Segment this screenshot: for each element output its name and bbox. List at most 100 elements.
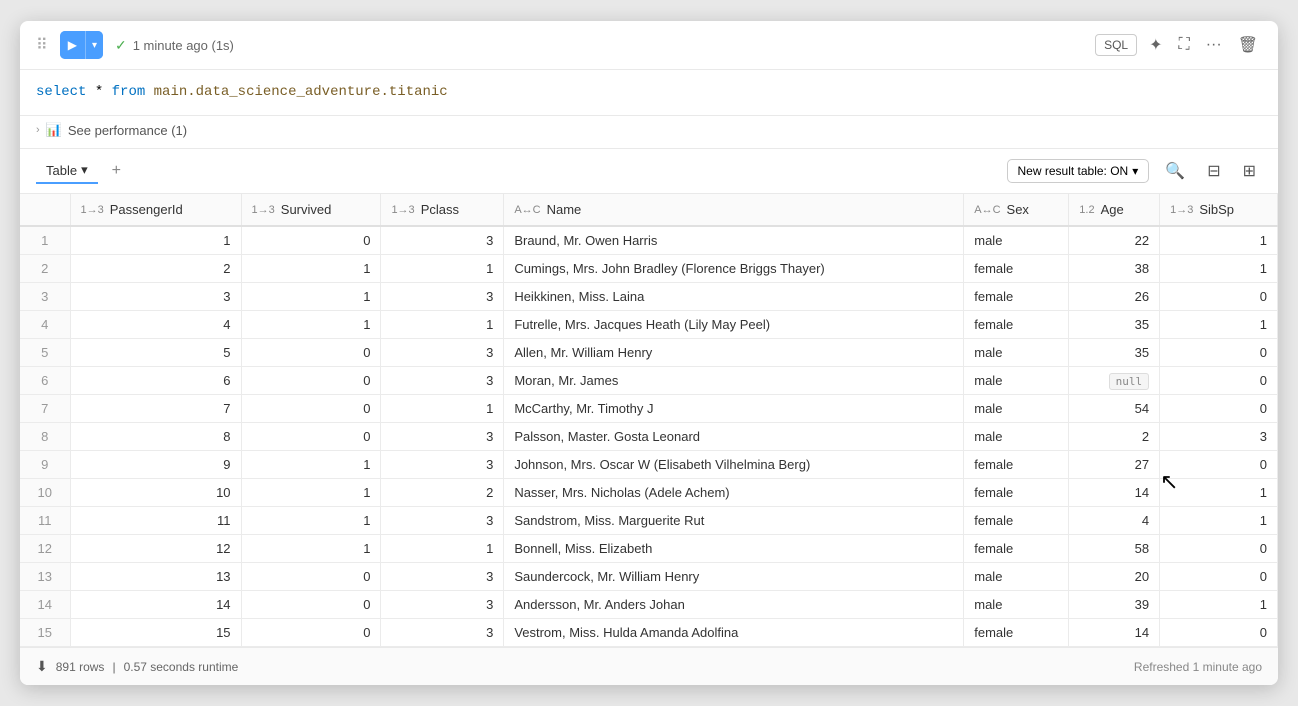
cell-survived: 0	[241, 563, 381, 591]
cell-sex: male	[964, 226, 1069, 255]
cell-name: Braund, Mr. Owen Harris	[504, 226, 964, 255]
col-header-sex[interactable]: A↔C Sex	[964, 194, 1069, 226]
cell-name: Bonnell, Miss. Elizabeth	[504, 535, 964, 563]
refreshed-text: Refreshed 1 minute ago	[1134, 660, 1262, 674]
performance-row: › 📊 See performance (1)	[20, 116, 1278, 149]
cell-sibsp: 1	[1160, 226, 1278, 255]
cell-name: Allen, Mr. William Henry	[504, 339, 964, 367]
cell-age: 22	[1069, 226, 1160, 255]
cell-passengerid: 12	[70, 535, 241, 563]
cell-row-num: 5	[20, 339, 70, 367]
table-row: 121211Bonnell, Miss. Elizabethfemale580	[20, 535, 1278, 563]
table-row: 7701McCarthy, Mr. Timothy Jmale540	[20, 395, 1278, 423]
cell-name: Andersson, Mr. Anders Johan	[504, 591, 964, 619]
table-row: 131303Saundercock, Mr. William Henrymale…	[20, 563, 1278, 591]
cell-age: 26	[1069, 283, 1160, 311]
cell-row-num: 6	[20, 367, 70, 395]
table-row: 101012Nasser, Mrs. Nicholas (Adele Achem…	[20, 479, 1278, 507]
cell-survived: 0	[241, 619, 381, 647]
col-header-passengerid[interactable]: 1→3 PassengerId	[70, 194, 241, 226]
cell-sex: male	[964, 339, 1069, 367]
col-header-name[interactable]: A↔C Name	[504, 194, 964, 226]
cell-passengerid: 2	[70, 255, 241, 283]
cell-sibsp: 0	[1160, 619, 1278, 647]
cell-pclass: 2	[381, 479, 504, 507]
cell-pclass: 3	[381, 423, 504, 451]
table-row: 8803Palsson, Master. Gosta Leonardmale23	[20, 423, 1278, 451]
sql-badge-button[interactable]: SQL	[1095, 34, 1137, 56]
cell-survived: 0	[241, 395, 381, 423]
delete-icon[interactable]: 🗑	[1234, 31, 1262, 59]
cell-sibsp: 0	[1160, 563, 1278, 591]
cell-row-num: 12	[20, 535, 70, 563]
magic-icon[interactable]: ✦	[1145, 31, 1166, 59]
cell-passengerid: 15	[70, 619, 241, 647]
col-header-survived-label: Survived	[281, 202, 332, 217]
data-table: 1→3 PassengerId 1→3 Survived 1→3 P	[20, 194, 1278, 647]
cell-name: Johnson, Mrs. Oscar W (Elisabeth Vilhelm…	[504, 451, 964, 479]
run-button[interactable]: ▶ ▾	[60, 31, 103, 59]
cell-survived: 0	[241, 226, 381, 255]
cell-sibsp: 0	[1160, 395, 1278, 423]
col-header-survived[interactable]: 1→3 Survived	[241, 194, 381, 226]
cell-pclass: 1	[381, 311, 504, 339]
table-row: 2211Cumings, Mrs. John Bradley (Florence…	[20, 255, 1278, 283]
performance-link[interactable]: See performance (1)	[68, 123, 187, 138]
run-arrow-icon: ▾	[86, 31, 103, 59]
cell-name: Palsson, Master. Gosta Leonard	[504, 423, 964, 451]
cell-name: Saundercock, Mr. William Henry	[504, 563, 964, 591]
table-row: 5503Allen, Mr. William Henrymale350	[20, 339, 1278, 367]
cell-sex: male	[964, 395, 1069, 423]
cell-age: 38	[1069, 255, 1160, 283]
header-row: 1→3 PassengerId 1→3 Survived 1→3 P	[20, 194, 1278, 226]
cell-age: 39	[1069, 591, 1160, 619]
perf-chart-icon: 📊	[46, 122, 62, 138]
col-header-age[interactable]: 1.2 Age	[1069, 194, 1160, 226]
col-type-sex-icon: A↔C	[974, 204, 1000, 216]
cell-sex: female	[964, 311, 1069, 339]
col-header-pclass[interactable]: 1→3 Pclass	[381, 194, 504, 226]
cell-sex: male	[964, 591, 1069, 619]
filter-button[interactable]: ⊟	[1201, 157, 1226, 185]
cell-passengerid: 3	[70, 283, 241, 311]
cell-age: 27	[1069, 451, 1160, 479]
code-editor[interactable]: select * from main.data_science_adventur…	[20, 70, 1278, 116]
cell-passengerid: 6	[70, 367, 241, 395]
table-row: 111113Sandstrom, Miss. Marguerite Rutfem…	[20, 507, 1278, 535]
table-tab-arrow: ▾	[81, 162, 88, 178]
search-button[interactable]: 🔍	[1159, 157, 1191, 185]
cell-age: 58	[1069, 535, 1160, 563]
cell-sex: male	[964, 367, 1069, 395]
col-type-name-icon: A↔C	[514, 204, 540, 216]
expand-icon[interactable]: ⛶	[1175, 32, 1194, 58]
table-row: 9913Johnson, Mrs. Oscar W (Elisabeth Vil…	[20, 451, 1278, 479]
table-tab-button[interactable]: Table ▾	[36, 158, 98, 184]
cell-row-num: 3	[20, 283, 70, 311]
drag-handle[interactable]: ⠿	[36, 35, 48, 55]
new-result-dropdown[interactable]: New result table: ON ▾	[1007, 159, 1150, 183]
cell-pclass: 3	[381, 591, 504, 619]
run-play-icon: ▶	[60, 31, 86, 59]
cell-passengerid: 14	[70, 591, 241, 619]
cell-survived: 1	[241, 283, 381, 311]
col-header-sibsp[interactable]: 1→3 SibSp	[1160, 194, 1278, 226]
cell-name: Heikkinen, Miss. Laina	[504, 283, 964, 311]
cell-survived: 0	[241, 423, 381, 451]
cell-age: 14	[1069, 619, 1160, 647]
new-result-arrow: ▾	[1132, 164, 1138, 178]
cell-survived: 0	[241, 367, 381, 395]
perf-expand-icon[interactable]: ›	[36, 124, 40, 136]
cell-pclass: 3	[381, 451, 504, 479]
cell-name: Cumings, Mrs. John Bradley (Florence Bri…	[504, 255, 964, 283]
cell-pclass: 3	[381, 283, 504, 311]
columns-button[interactable]: ⊞	[1237, 157, 1262, 185]
col-header-age-label: Age	[1101, 202, 1124, 217]
cell-row-num: 4	[20, 311, 70, 339]
add-tab-button[interactable]: +	[106, 162, 127, 180]
more-menu-icon[interactable]: ···	[1202, 32, 1226, 58]
cell-pclass: 3	[381, 226, 504, 255]
download-icon[interactable]: ⬇	[36, 658, 48, 675]
cell-sibsp: 1	[1160, 507, 1278, 535]
cell-sex: female	[964, 507, 1069, 535]
table-tab-label: Table	[46, 163, 77, 178]
